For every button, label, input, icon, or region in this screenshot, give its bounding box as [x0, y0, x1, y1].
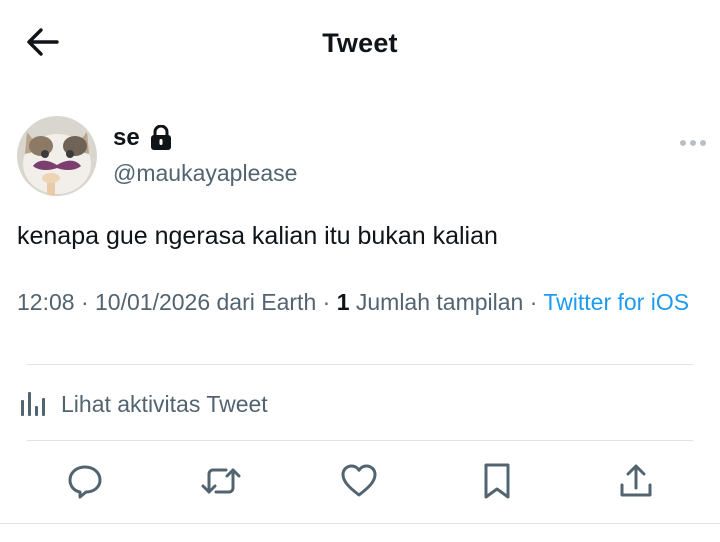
- action-bar: [0, 458, 720, 508]
- analytics-icon: [17, 386, 49, 423]
- lock-icon: [150, 125, 172, 151]
- meta-separator: ·: [74, 289, 96, 315]
- tweet-source-link[interactable]: Twitter for iOS: [543, 289, 689, 315]
- views-count: 1: [336, 289, 350, 315]
- top-bar: Tweet: [0, 0, 720, 90]
- share-button[interactable]: [614, 458, 658, 508]
- tweet-text: kenapa gue ngerasa kalian itu bukan kali…: [17, 222, 498, 250]
- cat-with-mustache-avatar: [17, 116, 97, 196]
- author-name-row[interactable]: se: [113, 124, 172, 152]
- views-label: Jumlah tampilan: [355, 289, 524, 315]
- retweet-button[interactable]: [199, 458, 243, 508]
- like-button[interactable]: [337, 458, 381, 508]
- bottom-divider: [0, 523, 720, 524]
- heart-icon: [340, 463, 378, 504]
- retweet-icon: [200, 462, 242, 505]
- meta-separator: ·: [523, 289, 544, 315]
- display-name: se: [113, 124, 140, 151]
- reply-icon: [66, 462, 104, 505]
- tweet-date-location: 10/01/2026 dari Earth: [95, 289, 317, 315]
- views[interactable]: 1 Jumlah tampilan: [337, 289, 524, 315]
- divider: [27, 364, 693, 365]
- tweet-activity-link[interactable]: Lihat aktivitas Tweet: [17, 384, 268, 424]
- bookmark-icon: [480, 461, 514, 506]
- page-title: Tweet: [322, 28, 398, 58]
- reply-button[interactable]: [63, 458, 107, 508]
- author-handle[interactable]: @maukayaplease: [113, 160, 297, 187]
- tweet-meta: 12:08 · 10/01/2026 dari Earth · 1 Jumlah…: [17, 288, 697, 317]
- activity-label: Lihat aktivitas Tweet: [61, 390, 268, 417]
- meta-separator: ·: [316, 289, 337, 315]
- more-options-button[interactable]: [676, 132, 710, 154]
- share-icon: [617, 461, 655, 506]
- avatar[interactable]: [17, 116, 97, 196]
- more-horizontal-icon: [679, 134, 707, 152]
- divider: [27, 440, 693, 441]
- bookmark-button[interactable]: [475, 458, 519, 508]
- tweet-time: 12:08: [17, 289, 75, 315]
